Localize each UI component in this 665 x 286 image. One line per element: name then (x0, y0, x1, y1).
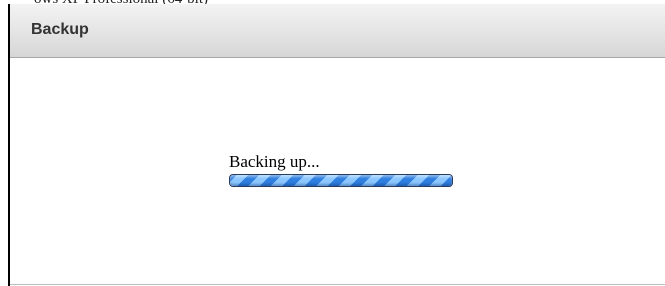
dialog-title: Backup (31, 21, 89, 38)
status-text: Backing up... (229, 152, 320, 171)
dialog-titlebar[interactable]: Backup (10, 4, 665, 58)
progress-bar (229, 174, 453, 187)
progress-bar-fill (230, 175, 452, 186)
backup-dialog: Backup Backing up... (10, 4, 665, 285)
screen: ows XP Professional (64-bit) Backup Back… (0, 0, 665, 286)
